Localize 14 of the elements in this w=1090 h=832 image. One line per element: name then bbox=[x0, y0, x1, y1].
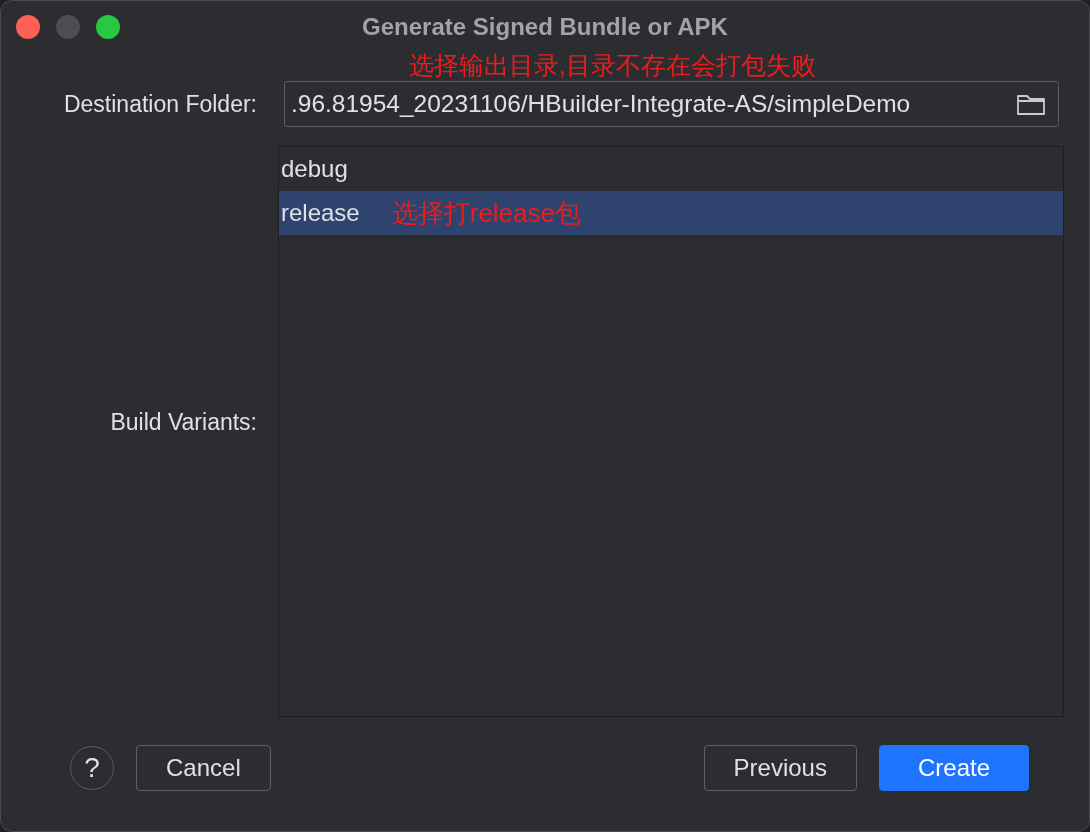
list-item[interactable]: debug bbox=[279, 147, 1063, 191]
field-label: Build Variants: bbox=[109, 408, 257, 436]
create-button[interactable]: Create bbox=[878, 745, 1029, 791]
annotation-text: 选择打release包 bbox=[391, 196, 581, 230]
window-title: Generate Signed Bundle or APK bbox=[362, 13, 728, 41]
folder-icon[interactable] bbox=[1016, 92, 1046, 116]
close-button[interactable] bbox=[16, 15, 40, 39]
annotation-text: 选择输出目录,目录不存在会打包失败 bbox=[409, 53, 816, 78]
destination-folder-field[interactable]: .96.81954_20231106/HBuilder-Integrate-AS/simpleDemo bbox=[284, 81, 1059, 127]
cancel-button[interactable]: Cancel bbox=[136, 745, 271, 791]
list-item[interactable]: release 选择打release包 bbox=[279, 191, 1063, 235]
field-label: Destination Folder: bbox=[62, 90, 257, 118]
zoom-button[interactable] bbox=[96, 15, 120, 39]
previous-button[interactable]: Previous bbox=[703, 745, 857, 791]
